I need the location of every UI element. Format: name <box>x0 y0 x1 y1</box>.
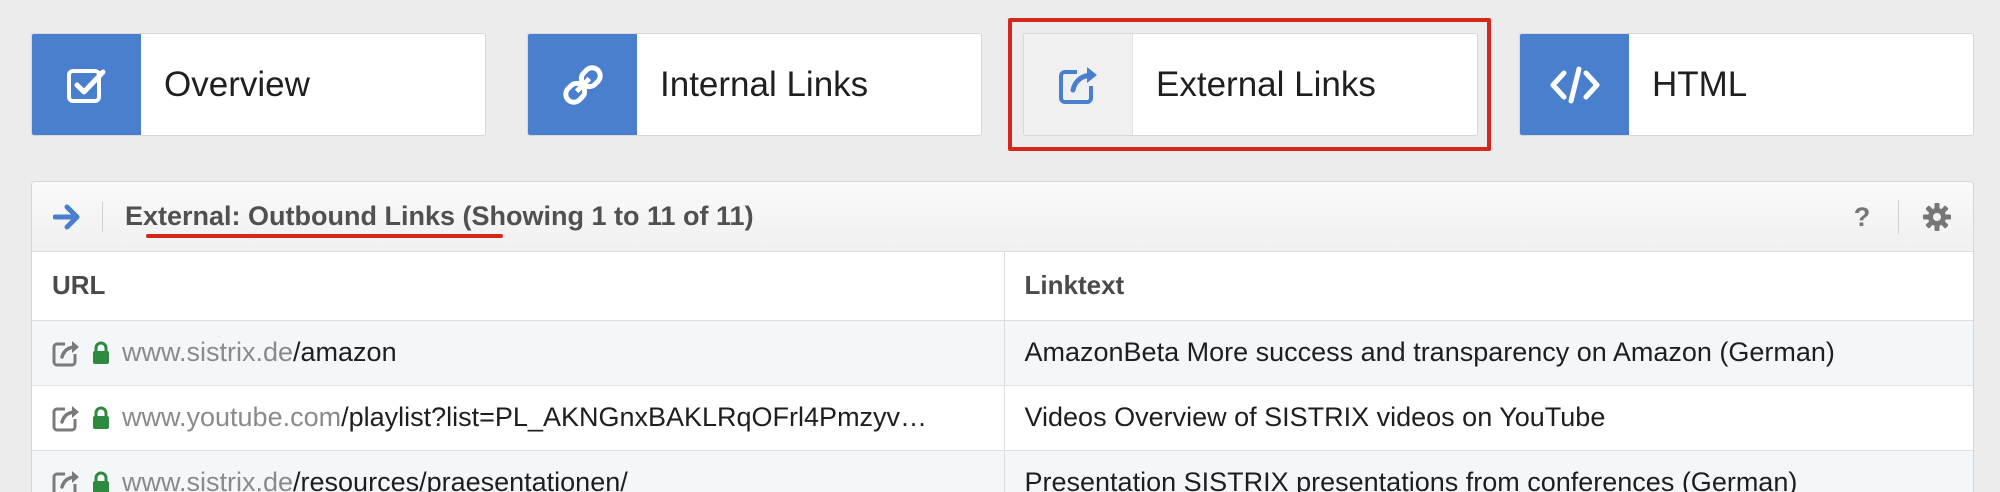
column-header-linktext[interactable]: Linktext <box>1004 252 1973 321</box>
lock-icon <box>93 471 109 492</box>
open-link-icon[interactable] <box>50 337 82 369</box>
open-link-icon[interactable] <box>50 402 82 434</box>
linktext-cell: Presentation SISTRIX presentations from … <box>1004 450 1973 492</box>
url-domain: www.youtube.com <box>122 402 342 432</box>
tab-external-links-label: External Links <box>1156 64 1376 104</box>
linktext-cell: AmazonBeta More success and transparency… <box>1004 320 1973 386</box>
open-link-icon[interactable] <box>50 467 82 492</box>
tools-divider <box>1898 200 1899 234</box>
external-link-icon <box>1024 34 1133 135</box>
link-icon <box>528 34 637 135</box>
panel-tools: ? <box>1844 182 1973 252</box>
tab-overview[interactable]: Overview <box>31 33 486 136</box>
checkbox-icon <box>32 34 141 135</box>
url-domain: www.sistrix.de <box>122 467 294 492</box>
panel-title: External: Outbound Links (Showing 1 to 1… <box>103 201 754 232</box>
url-cell: www.youtube.com/playlist?list=PL_AKNGnxB… <box>32 385 1005 451</box>
tab-html[interactable]: HTML <box>1519 33 1974 136</box>
tab-internal-links[interactable]: Internal Links <box>527 33 982 136</box>
panel-header: External: Outbound Links (Showing 1 to 1… <box>32 182 1973 252</box>
url-path: /amazon <box>293 337 397 367</box>
panel-title-main: External: Outbound Links <box>125 201 456 231</box>
help-icon[interactable]: ? <box>1844 199 1880 235</box>
url-cell: www.sistrix.de/amazon <box>32 320 1005 386</box>
table-row: www.sistrix.de/resources/praesentationen… <box>32 450 1973 492</box>
linktext-cell: Videos Overview of SISTRIX videos on You… <box>1004 385 1973 451</box>
arrow-right-icon[interactable] <box>32 182 102 252</box>
table-header-row: URL Linktext <box>32 252 1973 321</box>
table-row: www.sistrix.de/amazon AmazonBeta More su… <box>32 320 1973 386</box>
title-underline <box>146 234 503 238</box>
table-row: www.youtube.com/playlist?list=PL_AKNGnxB… <box>32 385 1973 451</box>
tab-external-links[interactable]: External Links <box>1023 33 1478 136</box>
panel-title-count: (Showing 1 to 11 of 11) <box>455 201 754 231</box>
url-domain: www.sistrix.de <box>122 337 294 367</box>
url-path: /resources/praesentationen/ <box>293 467 628 492</box>
url-link[interactable]: www.sistrix.de/amazon <box>122 337 397 368</box>
lock-icon <box>93 341 109 364</box>
url-link[interactable]: www.youtube.com/playlist?list=PL_AKNGnxB… <box>122 402 927 433</box>
tab-html-label: HTML <box>1652 64 1748 104</box>
url-path: /playlist?list=PL_AKNGnxBAKLRqOFrl4Pmzyv… <box>341 402 928 432</box>
code-icon <box>1520 34 1629 135</box>
links-table: URL Linktext www.sistrix.de/amazon Amazo… <box>32 252 1973 492</box>
gear-icon[interactable] <box>1919 199 1955 235</box>
url-cell: www.sistrix.de/resources/praesentationen… <box>32 450 1005 492</box>
lock-icon <box>93 406 109 429</box>
tab-internal-links-label: Internal Links <box>660 64 869 104</box>
tab-overview-label: Overview <box>164 64 310 104</box>
column-header-url[interactable]: URL <box>32 252 1005 321</box>
url-link[interactable]: www.sistrix.de/resources/praesentationen… <box>122 467 628 492</box>
outbound-links-panel: External: Outbound Links (Showing 1 to 1… <box>31 181 1974 492</box>
